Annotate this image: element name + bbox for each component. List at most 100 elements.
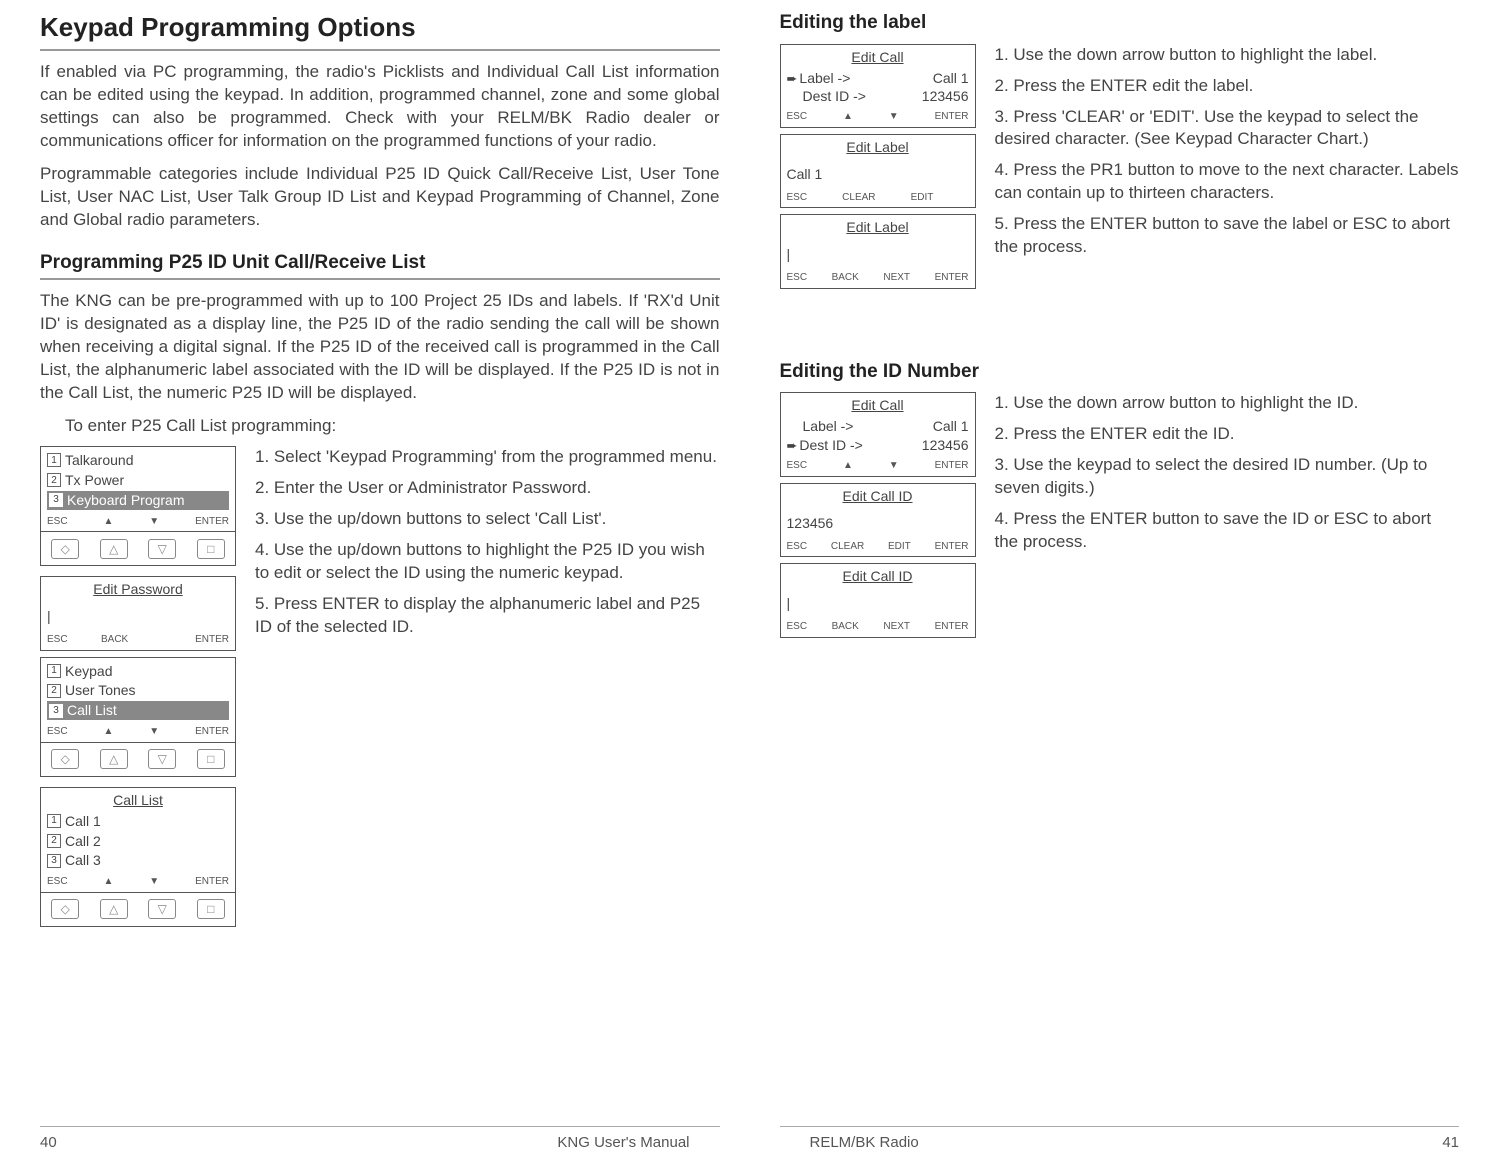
menu-index-1: 1 bbox=[47, 814, 61, 828]
section-heading: Programming P25 ID Unit Call/Receive Lis… bbox=[40, 250, 720, 281]
section-subintro: To enter P25 Call List programming: bbox=[40, 415, 720, 438]
screen-edit-callid-1: Edit Call ID 123456 ESC CLEAR EDIT ENTER bbox=[780, 483, 976, 558]
menu-index-2: 2 bbox=[47, 684, 61, 698]
screen-title: Edit Call ID bbox=[787, 487, 969, 506]
screen-edit-password: Edit Password | ESC BACK ENTER bbox=[40, 576, 236, 651]
softkey-row: ESC ▲ ▼ ENTER bbox=[781, 108, 975, 127]
softkey: ▼ bbox=[149, 515, 159, 529]
menu-index-2: 2 bbox=[47, 834, 61, 848]
arrow-icon: ➨ bbox=[787, 71, 798, 86]
sec2-row: Edit Call Label ->Call 1 ➨Dest ID ->1234… bbox=[780, 392, 1460, 643]
softkey: ▲ bbox=[103, 725, 113, 739]
softkey: ENTER bbox=[935, 540, 969, 554]
list-item: Call 2 bbox=[65, 832, 101, 851]
sec1-row: Edit Call ➨Label ->Call 1 Dest ID ->1234… bbox=[780, 44, 1460, 295]
step: 1. Use the down arrow button to highligh… bbox=[995, 392, 1460, 415]
softkey: ESC bbox=[787, 620, 808, 634]
softkey: NEXT bbox=[883, 620, 910, 634]
nav-diamond-icon: ◇ bbox=[51, 749, 79, 769]
menu-item: User Tones bbox=[65, 681, 136, 700]
softkey: ENTER bbox=[935, 620, 969, 634]
menu-index-1: 1 bbox=[47, 664, 61, 678]
screen-body-text: | bbox=[787, 594, 969, 613]
sec2-diagrams: Edit Call Label ->Call 1 ➨Dest ID ->1234… bbox=[780, 392, 985, 643]
softkey: ▲ bbox=[843, 459, 853, 473]
left-page: Keypad Programming Options If enabled vi… bbox=[40, 10, 750, 1159]
softkey-row: ESC BACK ENTER bbox=[41, 631, 235, 650]
step: 3. Press 'CLEAR' or 'EDIT'. Use the keyp… bbox=[995, 106, 1460, 152]
menu-index-3: 3 bbox=[47, 854, 61, 868]
softkey: ▲ bbox=[103, 875, 113, 889]
menu-item: Keypad bbox=[65, 662, 112, 681]
screen-edit-call: Edit Call ➨Label ->Call 1 Dest ID ->1234… bbox=[780, 44, 976, 128]
sec1-steps: 1. Use the down arrow button to highligh… bbox=[985, 44, 1460, 295]
softkey: ▼ bbox=[149, 875, 159, 889]
softkey: ▲ bbox=[103, 515, 113, 529]
screen-edit-call-id: Edit Call Label ->Call 1 ➨Dest ID ->1234… bbox=[780, 392, 976, 476]
section-paragraph: The KNG can be pre-programmed with up to… bbox=[40, 290, 720, 405]
screen-title: Edit Label bbox=[787, 218, 969, 237]
menu-item-selected: Call List bbox=[67, 701, 117, 720]
page-number: 40 bbox=[40, 1133, 57, 1153]
softkey-row: ESC ▲ ▼ ENTER bbox=[41, 873, 235, 892]
softkey: ▼ bbox=[149, 725, 159, 739]
screen-body-text: | bbox=[47, 607, 229, 626]
softkey: ESC bbox=[787, 191, 808, 205]
field-label: Dest ID -> bbox=[787, 87, 866, 106]
softkey-row: ESC CLEAR EDIT bbox=[781, 189, 975, 208]
step: 3. Use the keypad to select the desired … bbox=[995, 454, 1460, 500]
step: 4. Use the up/down buttons to highlight … bbox=[255, 539, 720, 585]
screen-title: Edit Password bbox=[47, 580, 229, 599]
left-steps: 1. Select 'Keypad Programming' from the … bbox=[245, 446, 720, 937]
intro-paragraph-1: If enabled via PC programming, the radio… bbox=[40, 61, 720, 153]
softkey: BACK bbox=[101, 633, 128, 647]
left-diagrams: 1Talkaround 2Tx Power 3Keyboard Program … bbox=[40, 446, 245, 937]
softkey: ENTER bbox=[195, 875, 229, 889]
menu-index-2: 2 bbox=[47, 473, 61, 487]
step: 5. Press ENTER to display the alphanumer… bbox=[255, 593, 720, 639]
screen-edit-callid-2: Edit Call ID | ESC BACK NEXT ENTER bbox=[780, 563, 976, 638]
softkey: ENTER bbox=[195, 633, 229, 647]
menu-item: Talkaround bbox=[65, 451, 134, 470]
arrow-icon: ➨ bbox=[787, 438, 798, 453]
softkey: EDIT bbox=[888, 540, 911, 554]
screen-menu-1: 1Talkaround 2Tx Power 3Keyboard Program … bbox=[40, 446, 236, 532]
screen-edit-label-1: Edit Label Call 1 ESC CLEAR EDIT bbox=[780, 134, 976, 209]
screen-title: Edit Call bbox=[787, 48, 969, 67]
footer-left: RELM/BK Radio bbox=[810, 1133, 919, 1153]
step: 2. Enter the User or Administrator Passw… bbox=[255, 477, 720, 500]
softkey: BACK bbox=[832, 620, 859, 634]
field-label: Label -> bbox=[799, 70, 850, 86]
menu-index-1: 1 bbox=[47, 453, 61, 467]
nav-down-icon: ▽ bbox=[148, 899, 176, 919]
field-value: Call 1 bbox=[933, 417, 969, 436]
step: 4. Press the ENTER button to save the ID… bbox=[995, 508, 1460, 554]
left-content-row: 1Talkaround 2Tx Power 3Keyboard Program … bbox=[40, 446, 720, 937]
softkey: ▼ bbox=[889, 110, 899, 124]
screen-title: Call List bbox=[47, 791, 229, 810]
step: 1. Use the down arrow button to highligh… bbox=[995, 44, 1460, 67]
menu-item-selected: Keyboard Program bbox=[67, 491, 185, 510]
softkey-row: ESC BACK NEXT ENTER bbox=[781, 269, 975, 288]
softkey: ESC bbox=[787, 540, 808, 554]
section-heading-label: Editing the label bbox=[780, 10, 1460, 36]
step: 2. Press the ENTER edit the label. bbox=[995, 75, 1460, 98]
softkey: ESC bbox=[787, 110, 808, 124]
right-footer: RELM/BK Radio 41 bbox=[780, 1126, 1460, 1153]
softkey: ESC bbox=[47, 515, 68, 529]
softkey: ENTER bbox=[935, 110, 969, 124]
field-value: 123456 bbox=[922, 436, 969, 455]
nav-down-icon: ▽ bbox=[148, 539, 176, 559]
softkey: ESC bbox=[787, 271, 808, 285]
section-heading-idnumber: Editing the ID Number bbox=[780, 359, 1460, 385]
softkey: EDIT bbox=[911, 191, 934, 205]
softkey-row: ESC BACK NEXT ENTER bbox=[781, 618, 975, 637]
softkey: CLEAR bbox=[831, 540, 864, 554]
nav-diamond-icon: ◇ bbox=[51, 539, 79, 559]
list-item: Call 3 bbox=[65, 851, 101, 870]
nav-square-icon: □ bbox=[197, 749, 225, 769]
field-value: 123456 bbox=[922, 87, 969, 106]
nav-buttons: ◇ △ ▽ □ bbox=[40, 743, 236, 777]
footer-center: KNG User's Manual bbox=[557, 1133, 689, 1153]
screen-title: Edit Call ID bbox=[787, 567, 969, 586]
